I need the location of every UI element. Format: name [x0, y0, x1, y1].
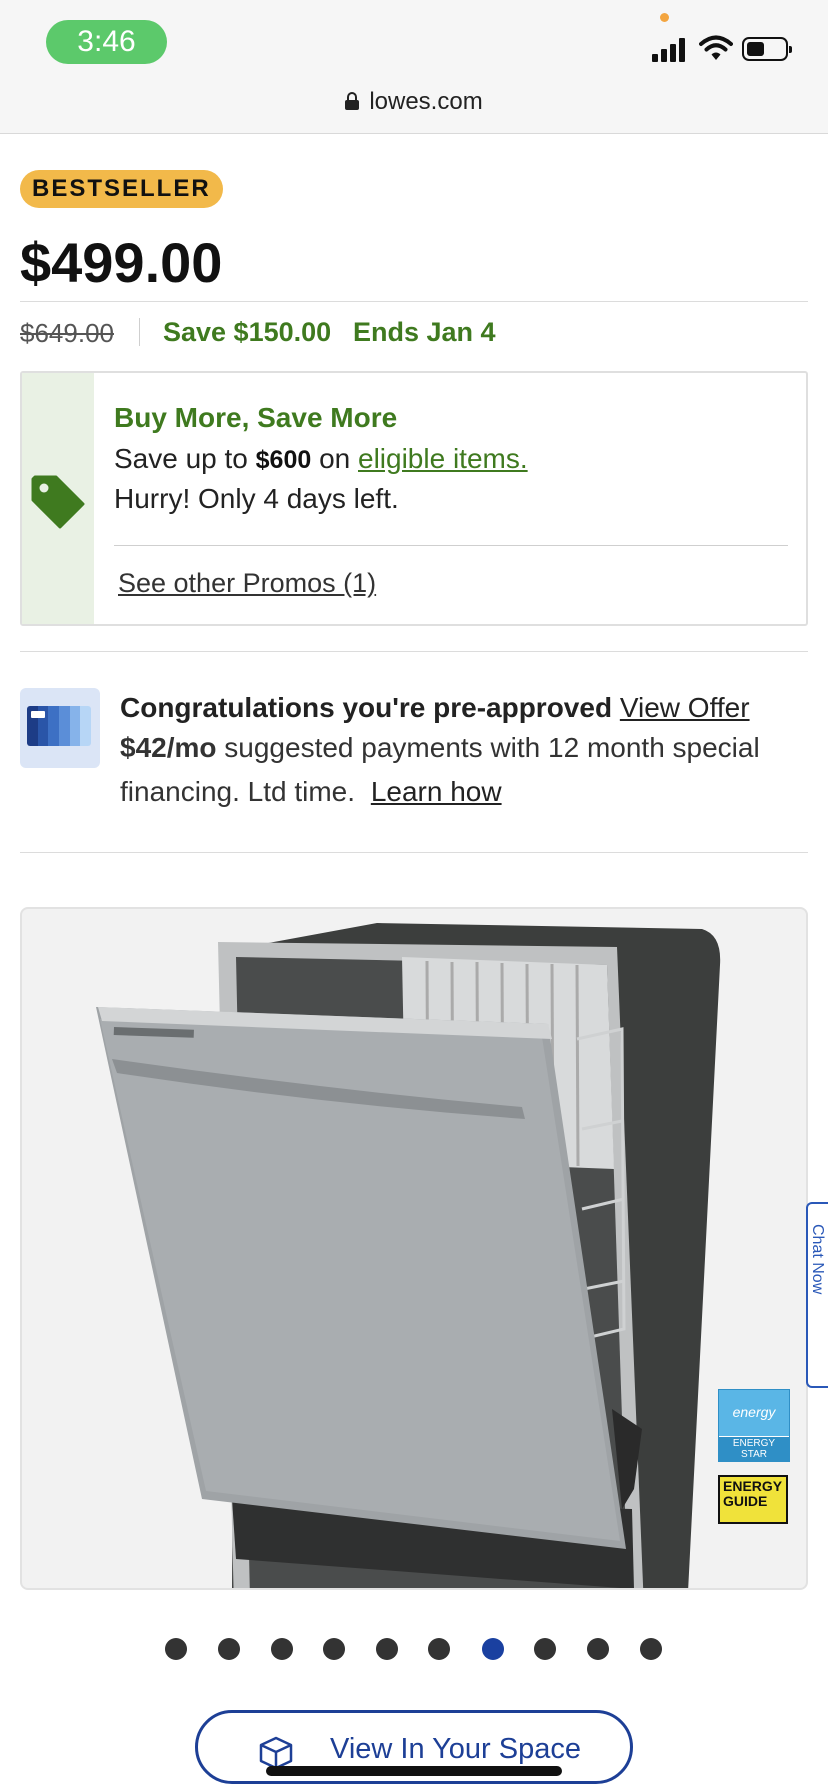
promo-end-date: Ends Jan 4: [353, 317, 496, 347]
status-time: 3:46: [46, 20, 167, 64]
wifi-icon: [699, 35, 733, 60]
learn-how-link[interactable]: Learn how: [371, 776, 502, 807]
lock-icon: [345, 92, 360, 110]
promo-description: Save up to $600 on eligible items.: [114, 443, 528, 474]
promo-countdown: Hurry! Only 4 days left.: [114, 483, 399, 514]
battery-icon: [742, 37, 792, 61]
credit-card-image: [20, 688, 100, 768]
chat-now-tab[interactable]: Chat Now: [806, 1202, 828, 1388]
signal-icon: [652, 36, 690, 62]
divider: [20, 852, 808, 853]
eligible-items-link[interactable]: eligible items.: [358, 443, 528, 474]
dishwasher-product-image: [96, 923, 721, 1588]
gallery-dot[interactable]: [428, 1638, 450, 1660]
browser-top-bar: 3:46 lowes.com: [0, 0, 828, 134]
gallery-dot[interactable]: [587, 1638, 609, 1660]
url-text: lowes.com: [369, 88, 483, 115]
gallery-dot[interactable]: [218, 1638, 240, 1660]
gallery-dot[interactable]: [534, 1638, 556, 1660]
gallery-dot-active[interactable]: [482, 1638, 504, 1660]
promo-card: Buy More, Save More Save up to $600 on e…: [20, 371, 808, 626]
price-tag-icon: [31, 475, 85, 529]
card-logo: [31, 711, 45, 718]
savings-amount: Save $150.00: [163, 317, 332, 347]
gallery-dot[interactable]: [271, 1638, 293, 1660]
promo-divider: [114, 545, 788, 546]
address-bar[interactable]: lowes.com: [0, 88, 828, 116]
gallery-dot[interactable]: [165, 1638, 187, 1660]
view-offer-link[interactable]: View Offer: [620, 692, 750, 723]
gallery-dot[interactable]: [640, 1638, 662, 1660]
energy-star-label: energy ENERGY STAR: [718, 1389, 790, 1462]
promo-card-side: [22, 373, 94, 624]
gallery-pagination: [0, 1638, 828, 1662]
financing-terms-cont: financing. Ltd time. Learn how: [120, 776, 502, 807]
product-image-gallery[interactable]: energy ENERGY STAR ENERGY GUIDE: [20, 907, 808, 1590]
promo-amount: $600: [255, 446, 312, 474]
monthly-payment: $42/mo: [120, 732, 217, 763]
gallery-dot[interactable]: [323, 1638, 345, 1660]
financing-terms: $42/mo suggested payments with 12 month …: [120, 732, 760, 763]
gallery-dot[interactable]: [376, 1638, 398, 1660]
current-price: $499.00: [20, 231, 223, 294]
financing-headline: Congratulations you're pre-approved View…: [120, 692, 750, 723]
energy-guide-label[interactable]: ENERGY GUIDE: [718, 1475, 788, 1524]
was-price: $649.00: [20, 318, 114, 348]
promo-title: Buy More, Save More: [114, 402, 398, 433]
privacy-indicator-dot: [660, 13, 669, 22]
other-promos-link[interactable]: See other Promos (1): [118, 568, 376, 599]
divider: [20, 651, 808, 652]
divider: [20, 301, 808, 302]
price-separator: [139, 318, 140, 346]
home-indicator[interactable]: [266, 1766, 562, 1776]
bestseller-badge: BESTSELLER: [20, 170, 223, 208]
